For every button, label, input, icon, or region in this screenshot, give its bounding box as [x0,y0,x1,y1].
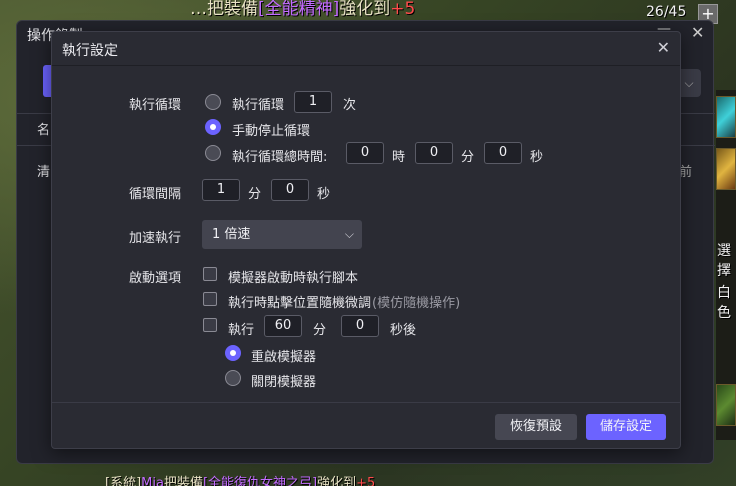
execution-settings-dialog: 執行設定 ✕ 執行循環 執行循環 1 次 手動停止循環 執行循環總時間: 0 時… [51,31,681,449]
game-chat-bottom: [系統]Mia把裝備[全能復仇女神之弓]強化到+5 [105,476,376,486]
timed-seconds-input[interactable]: 0 [341,315,379,337]
dialog-header: 執行設定 ✕ [52,32,680,66]
game-counter: 26/45 [646,4,687,20]
column-header-name: 名 [37,123,51,138]
loop-count-radio[interactable] [205,94,221,110]
loop-seconds-input[interactable]: 0 [484,142,522,164]
loop-total-radio[interactable] [205,145,221,161]
loop-label: 執行循環 [129,98,182,113]
speed-select-value: 1 倍速 [212,227,251,242]
timed-seconds-unit: 秒後 [390,323,417,338]
close-emulator-label: 關閉模擬器 [251,375,317,390]
game-side-text: 選擇 [717,243,731,279]
loop-count-input[interactable]: 1 [294,91,332,113]
restart-emulator-radio[interactable] [225,345,241,361]
timed-minutes-unit: 分 [313,323,327,338]
loop-count-unit: 次 [343,98,357,113]
chevron-down-icon: ⌵ [344,227,354,241]
startup-label: 啟動選項 [129,271,182,286]
loop-total-label: 執行循環總時間: [232,150,328,165]
game-item-slot[interactable] [716,96,736,138]
minutes-unit: 分 [461,150,475,165]
speed-label: 加速執行 [129,231,182,246]
loop-manual-radio[interactable] [205,119,221,135]
timed-action-prefix: 執行 [228,323,255,338]
reset-defaults-button[interactable]: 恢復預設 [495,414,577,440]
game-item-slot[interactable] [716,384,736,426]
divider [52,402,680,403]
timed-action-checkbox[interactable] [203,318,217,332]
interval-minutes-unit: 分 [248,187,262,202]
interval-seconds-input[interactable]: 0 [271,179,309,201]
timed-minutes-input[interactable]: 60 [264,315,302,337]
startup-autorun-label: 模擬器啟動時執行腳本 [228,271,359,286]
startup-autorun-checkbox[interactable] [203,267,217,281]
game-side-text: 白色 [717,285,731,321]
random-offset-checkbox[interactable] [203,292,217,306]
dialog-title: 執行設定 [62,43,118,59]
save-settings-button[interactable]: 儲存設定 [586,414,666,440]
loop-minutes-input[interactable]: 0 [415,142,453,164]
loop-count-label: 執行循環 [232,98,285,113]
game-chat-top: …把裝備[全能精神]強化到+5 [190,0,416,19]
loop-manual-label: 手動停止循環 [232,124,311,139]
game-item-slot[interactable] [716,148,736,190]
restart-emulator-label: 重啟模擬器 [251,350,317,365]
seconds-unit: 秒 [530,150,544,165]
random-offset-label: 執行時點擊位置隨機微調 [228,296,372,311]
random-offset-hint: (模仿隨機操作) [372,296,461,311]
close-icon[interactable]: ✕ [691,23,704,42]
interval-label: 循環間隔 [129,187,182,202]
loop-hours-input[interactable]: 0 [346,142,384,164]
interval-seconds-unit: 秒 [317,187,331,202]
clear-label: 清 [37,165,51,180]
speed-select[interactable]: 1 倍速 ⌵ [202,220,362,249]
interval-minutes-input[interactable]: 1 [202,179,240,201]
close-emulator-radio[interactable] [225,370,241,386]
close-icon[interactable]: ✕ [657,38,670,57]
hours-unit: 時 [392,150,406,165]
